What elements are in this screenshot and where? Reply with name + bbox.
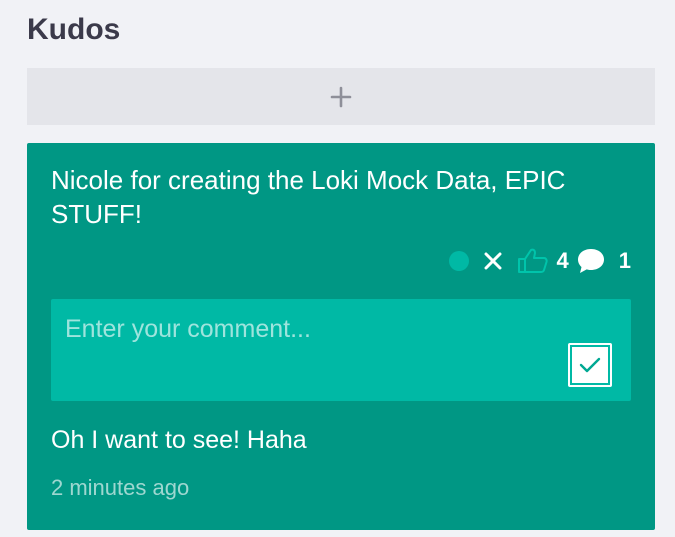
card-actions: 4 1 xyxy=(448,244,631,278)
comment-text: Oh I want to see! Haha xyxy=(51,426,307,454)
dot-icon[interactable] xyxy=(448,251,469,271)
column-title: Kudos xyxy=(27,13,121,46)
thumbs-up-icon[interactable] xyxy=(517,248,549,274)
close-icon[interactable] xyxy=(483,251,503,271)
speech-bubble-icon[interactable] xyxy=(577,248,605,274)
add-card-button[interactable] xyxy=(27,68,655,125)
comment-timestamp: 2 minutes ago xyxy=(51,475,190,500)
plus-icon xyxy=(330,86,352,108)
checkmark-icon xyxy=(570,345,610,385)
comment-box xyxy=(51,299,631,401)
kudos-card: Nicole for creating the Loki Mock Data, … xyxy=(27,143,655,530)
comment-input[interactable] xyxy=(65,309,545,349)
card-message: Nicole for creating the Loki Mock Data, … xyxy=(51,165,566,229)
like-count: 4 xyxy=(556,248,569,273)
comment-count: 1 xyxy=(618,248,631,273)
submit-comment-button[interactable] xyxy=(568,343,612,387)
